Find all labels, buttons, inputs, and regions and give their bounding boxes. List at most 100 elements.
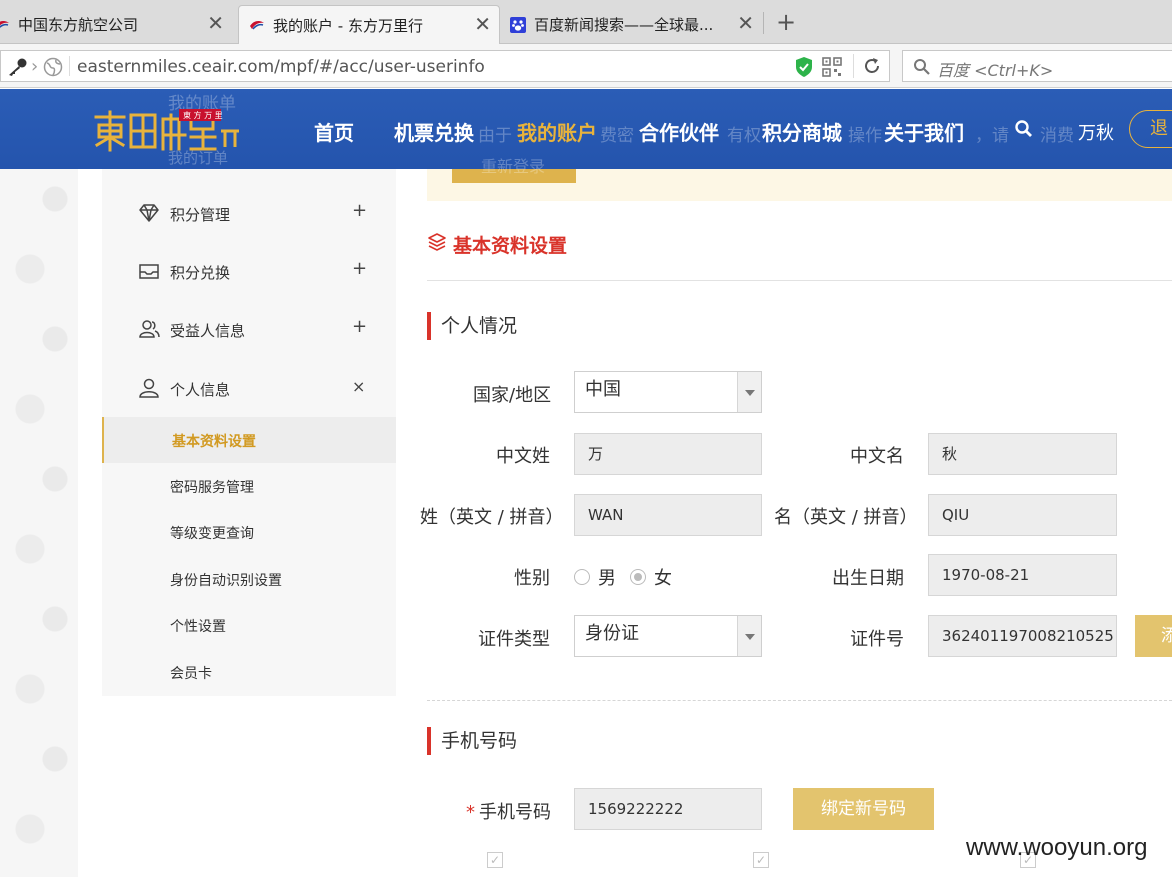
url-field[interactable]: › easternmiles.ceair.com/mpf/#/acc/user-… [0, 50, 890, 82]
idno-label: 证件号 [850, 629, 904, 650]
cn-surname-field[interactable]: 万 [574, 433, 762, 475]
phone-label: * 手机号码 [466, 798, 551, 824]
diamond-icon [138, 202, 160, 224]
layers-icon [427, 232, 453, 257]
radio-button[interactable] [574, 569, 590, 585]
sidebar-subitem-member-card[interactable]: 会员卡 [102, 649, 396, 695]
required-mark: * [466, 802, 475, 823]
expand-icon[interactable]: + [352, 316, 367, 337]
sidebar-subitem-personalization[interactable]: 个性设置 [102, 602, 396, 648]
user-name[interactable]: 万秋 [1078, 119, 1114, 145]
close-tab-icon[interactable]: ✕ [474, 14, 491, 34]
close-tab-icon[interactable]: ✕ [207, 13, 224, 33]
browser-search-field[interactable]: 百度 <Ctrl+K> [902, 50, 1172, 82]
idtype-value: 身份证 [585, 623, 639, 644]
bind-new-phone-button[interactable]: 绑定新号码 [793, 788, 934, 830]
shield-check-icon[interactable] [794, 56, 814, 82]
id-number-field[interactable]: 362401197008210525 [928, 615, 1117, 657]
phone-heading: 手机号码 [427, 727, 517, 755]
reload-icon[interactable] [862, 56, 882, 80]
key-icon[interactable] [7, 57, 29, 81]
browser-tabstrip: 中国东方航空公司 ✕ 我的账户 - 东方万里行 ✕ 百度新闻搜索——全球最...… [0, 0, 1172, 44]
en-surname-field[interactable]: WAN [574, 494, 762, 536]
nav-about-us[interactable]: 关于我们 [884, 117, 964, 146]
cn-name-field[interactable]: 秋 [928, 433, 1117, 475]
nav-my-account[interactable]: 我的账户 [517, 117, 597, 146]
phone-label-text: 手机号码 [479, 802, 551, 823]
en-name-label: 名（英文 / 拼音） [774, 507, 918, 528]
sidebar-subitem-label: 身份自动识别设置 [170, 573, 282, 589]
sidebar-item-label: 受益人信息 [170, 322, 246, 340]
section-title-text: 基本资料设置 [453, 235, 568, 257]
country-value: 中国 [585, 379, 621, 400]
watermark-text: www.wooyun.org [966, 834, 1148, 861]
sidebar-subitem-id-recognition[interactable]: 身份自动识别设置 [102, 556, 396, 602]
en-name-field[interactable]: QIU [928, 494, 1117, 536]
top-navigation: 我的账单 我的订单 由于 费密 有权 操作 ，请 消费 重新登录 東 方 万 里… [0, 89, 1172, 176]
section-divider [427, 280, 1172, 281]
idtype-select[interactable]: 身份证 [574, 615, 762, 657]
nav-points-mall[interactable]: 积分商城 [762, 117, 842, 146]
sidebar-item-points-exchange[interactable]: 积分兑换 + [102, 242, 396, 300]
search-icon [913, 58, 931, 80]
gender-male-option[interactable]: 男 [574, 564, 616, 590]
ghost-notice-text: ，请 [975, 126, 1009, 146]
qr-code-icon[interactable] [822, 57, 842, 81]
search-icon[interactable] [1014, 119, 1034, 143]
sidebar-item-beneficiary[interactable]: 受益人信息 + [102, 300, 396, 358]
browser-tab-ceair[interactable]: 中国东方航空公司 ✕ [0, 5, 232, 44]
browser-tab-baidu[interactable]: 百度新闻搜索——全球最... ✕ [510, 5, 762, 44]
section-title: 基本资料设置 [427, 231, 567, 258]
ghost-notice-text: 费密 [600, 126, 634, 146]
collapse-icon[interactable]: × [352, 377, 365, 396]
sidebar: 积分管理 + 积分兑换 + 受益人信息 + 个人信息 × 基本资料设置 密码服务… [102, 89, 396, 696]
gender-female-option[interactable]: 女 [630, 564, 672, 590]
add-id-button[interactable]: 添 [1135, 615, 1172, 657]
url-text: easternmiles.ceair.com/mpf/#/acc/user-us… [77, 57, 485, 77]
nav-ticket-exchange[interactable]: 机票兑换 [394, 117, 474, 146]
expand-icon[interactable]: + [352, 200, 367, 221]
close-tab-icon[interactable]: ✕ [737, 13, 754, 33]
country-select[interactable]: 中国 [574, 371, 762, 413]
ceair-favicon-icon [0, 17, 10, 33]
url-divider [69, 56, 70, 76]
cn-surname-label: 中文姓 [496, 446, 550, 467]
idtype-label: 证件类型 [478, 629, 550, 650]
gender-label: 性别 [514, 568, 550, 589]
radio-button-checked[interactable] [630, 569, 646, 585]
baidu-paw-icon [510, 16, 526, 33]
sidebar-subitem-label: 等级变更查询 [170, 526, 254, 542]
ghost-notice-text: 消费 [1040, 126, 1074, 146]
sidebar-subitem-level-query[interactable]: 等级变更查询 [102, 509, 396, 555]
sidebar-subitem-basic-info[interactable]: 基本资料设置 [102, 417, 396, 463]
easternmiles-logo[interactable]: 東 方 万 里 [93, 109, 243, 153]
ghost-relogin-text: 重新登录 [481, 157, 546, 176]
logout-button[interactable]: 退 [1129, 110, 1172, 148]
sidebar-item-points-management[interactable]: 积分管理 + [102, 184, 396, 242]
sidebar-item-label: 个人信息 [170, 381, 231, 399]
expand-icon[interactable]: + [352, 258, 367, 279]
birth-date-field[interactable]: 1970-08-21 [928, 554, 1117, 596]
sidebar-item-label: 积分管理 [170, 206, 231, 224]
cn-name-label: 中文名 [850, 446, 904, 467]
nav-partners[interactable]: 合作伙伴 [639, 117, 719, 146]
new-tab-plus-icon[interactable]: + [776, 10, 796, 34]
inbox-icon [138, 260, 160, 282]
url-divider [853, 54, 854, 78]
globe-icon[interactable] [43, 57, 63, 81]
sidebar-subitem-password[interactable]: 密码服务管理 [102, 463, 396, 509]
sidebar-item-personal-info[interactable]: 个人信息 × [102, 359, 396, 417]
chevron-right-icon: › [31, 56, 39, 77]
phone-field[interactable]: 1569222222 [574, 788, 762, 830]
nav-home[interactable]: 首页 [314, 117, 354, 146]
checkbox[interactable]: ✓ [753, 852, 769, 868]
checkbox[interactable]: ✓ [487, 852, 503, 868]
gender-male-label: 男 [598, 568, 616, 589]
page-viewport: 积分管理 + 积分兑换 + 受益人信息 + 个人信息 × 基本资料设置 密码服务… [0, 89, 1172, 877]
chevron-down-icon [737, 372, 761, 412]
user-icon [138, 377, 160, 399]
tab-separator [763, 12, 764, 34]
search-placeholder: 百度 <Ctrl+K> [937, 61, 1054, 80]
browser-tab-account[interactable]: 我的账户 - 东方万里行 ✕ [238, 5, 500, 44]
chevron-down-icon [737, 616, 761, 656]
